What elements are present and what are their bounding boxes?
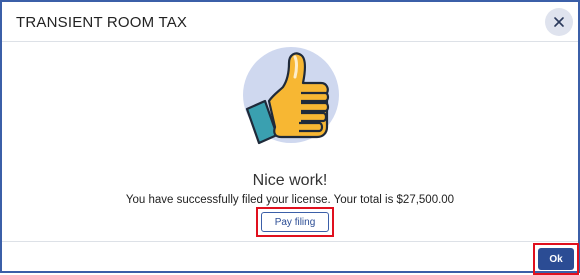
close-button[interactable] [545,8,573,36]
ok-button[interactable]: Ok [538,248,574,270]
thumbs-up-icon [243,47,339,145]
success-headline: Nice work! [252,172,328,189]
success-message: You have successfully filed your license… [125,194,455,206]
modal-title: TRANSIENT ROOM TAX [16,14,188,31]
modal-footer: Ok [2,241,579,275]
close-icon [554,17,564,27]
modal-body: Nice work! You have successfully filed y… [2,43,578,241]
pay-filing-button[interactable]: Pay filing [261,212,329,232]
transient-room-tax-modal: TRANSIENT ROOM TAX Nice work! You have s… [0,0,580,275]
ok-button-highlight: Ok [533,243,579,275]
pay-filing-highlight: Pay filing [256,207,334,237]
modal-header: TRANSIENT ROOM TAX [2,2,578,42]
